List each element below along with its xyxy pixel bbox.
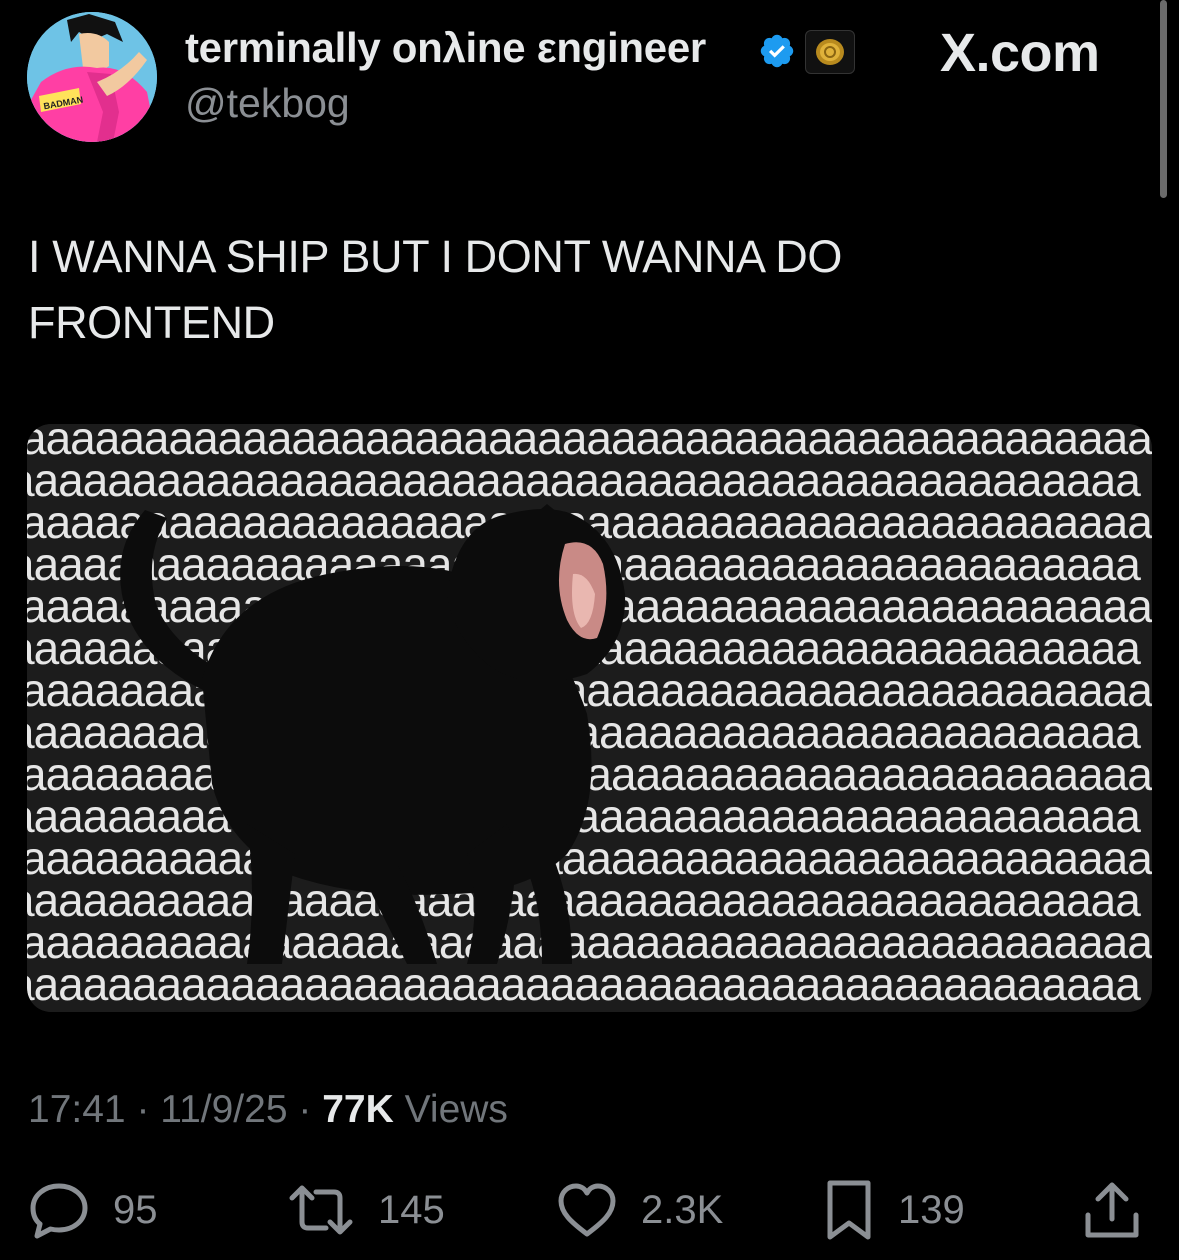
gold-coin-icon[interactable] bbox=[805, 30, 855, 74]
meta-separator: · bbox=[136, 1088, 150, 1131]
heart-icon bbox=[558, 1183, 616, 1237]
bookmark-icon bbox=[827, 1180, 871, 1240]
tweet-image[interactable]: aaaaaaaaaaaaaaaaaaaaaaaaaaaaaaaaaaaaaaaa… bbox=[27, 424, 1152, 1012]
like-button[interactable]: 2.3K bbox=[555, 1175, 723, 1245]
reply-button[interactable]: 95 bbox=[27, 1175, 158, 1245]
views-count[interactable]: 77K bbox=[322, 1088, 394, 1131]
repost-count: 145 bbox=[378, 1187, 445, 1232]
tweet-time[interactable]: 17:41 bbox=[28, 1088, 126, 1131]
site-label: X.com bbox=[940, 23, 1100, 83]
avatar[interactable]: BADMAN bbox=[27, 12, 157, 142]
share-button[interactable] bbox=[1082, 1175, 1142, 1245]
verified-badge-icon bbox=[760, 34, 794, 68]
like-count: 2.3K bbox=[641, 1187, 724, 1232]
bookmark-button[interactable]: 139 bbox=[822, 1175, 965, 1245]
tweet-header: BADMAN terminally onλine εngineer @tekbo… bbox=[0, 0, 1179, 160]
user-handle[interactable]: @tekbog bbox=[185, 80, 350, 127]
share-icon bbox=[1085, 1182, 1139, 1238]
tweet-meta: 17:41 · 11/9/25 · 77K Views bbox=[28, 1088, 508, 1132]
meta-separator: · bbox=[298, 1088, 312, 1131]
repost-icon bbox=[289, 1185, 353, 1235]
tweet-text: I WANNA SHIP BUT I DONT WANNA DO FRONTEN… bbox=[28, 231, 842, 348]
views-label: Views bbox=[404, 1088, 508, 1131]
background-letter-row: aaaaaaaaaaaaaaaaaaaaaaaaaaaaaaaaaaaaaaaa… bbox=[27, 958, 1141, 1010]
reply-count: 95 bbox=[113, 1187, 158, 1232]
display-name[interactable]: terminally onλine εngineer bbox=[185, 24, 706, 72]
background-letter-pattern: aaaaaaaaaaaaaaaaaaaaaaaaaaaaaaaaaaaaaaaa… bbox=[27, 424, 1152, 1010]
repost-button[interactable]: 145 bbox=[286, 1175, 445, 1245]
bookmark-count: 139 bbox=[898, 1187, 965, 1232]
reply-icon bbox=[30, 1183, 88, 1239]
tweet-date[interactable]: 11/9/25 bbox=[160, 1088, 287, 1131]
tweet-actions: 95 145 2.3K 139 bbox=[0, 1175, 1179, 1245]
